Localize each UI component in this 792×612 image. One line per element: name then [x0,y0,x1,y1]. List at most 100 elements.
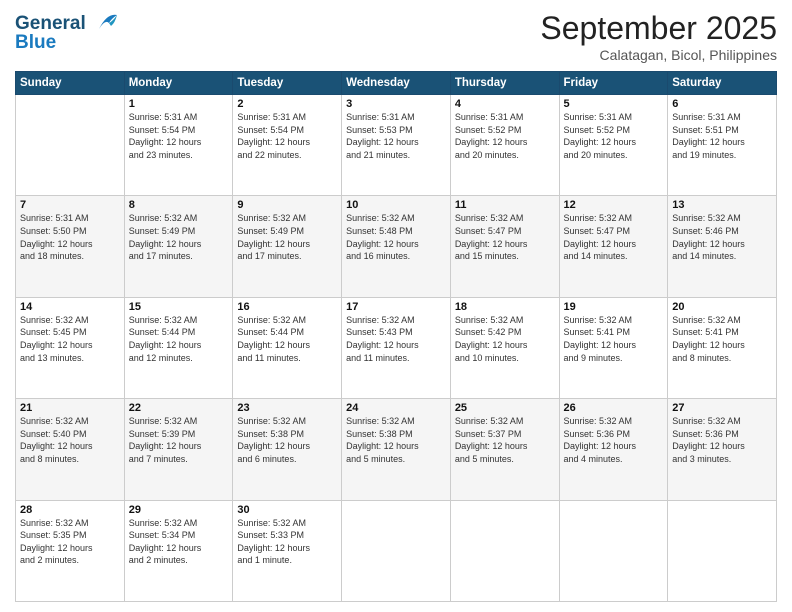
day-number: 18 [455,301,555,313]
day-number: 30 [237,504,337,516]
day-number: 20 [672,301,772,313]
day-number: 17 [346,301,446,313]
day-info: Sunrise: 5:31 AM Sunset: 5:51 PM Dayligh… [672,111,772,161]
day-number: 23 [237,402,337,414]
day-info: Sunrise: 5:31 AM Sunset: 5:53 PM Dayligh… [346,111,446,161]
weekday-header-thursday: Thursday [450,72,559,95]
day-info: Sunrise: 5:32 AM Sunset: 5:46 PM Dayligh… [672,212,772,262]
day-number: 12 [564,199,664,211]
calendar-cell [450,500,559,601]
calendar-cell: 7Sunrise: 5:31 AM Sunset: 5:50 PM Daylig… [16,196,125,297]
day-info: Sunrise: 5:32 AM Sunset: 5:49 PM Dayligh… [237,212,337,262]
page: General Blue September 2025 Calatagan, B… [0,0,792,612]
day-info: Sunrise: 5:32 AM Sunset: 5:47 PM Dayligh… [455,212,555,262]
day-info: Sunrise: 5:32 AM Sunset: 5:44 PM Dayligh… [237,314,337,364]
calendar-cell: 19Sunrise: 5:32 AM Sunset: 5:41 PM Dayli… [559,297,668,398]
day-number: 29 [129,504,229,516]
day-number: 25 [455,402,555,414]
day-number: 21 [20,402,120,414]
calendar-cell: 8Sunrise: 5:32 AM Sunset: 5:49 PM Daylig… [124,196,233,297]
calendar-cell: 25Sunrise: 5:32 AM Sunset: 5:37 PM Dayli… [450,399,559,500]
weekday-header-sunday: Sunday [16,72,125,95]
calendar-table: SundayMondayTuesdayWednesdayThursdayFrid… [15,71,777,602]
calendar-cell: 2Sunrise: 5:31 AM Sunset: 5:54 PM Daylig… [233,95,342,196]
day-number: 4 [455,98,555,110]
calendar-cell: 5Sunrise: 5:31 AM Sunset: 5:52 PM Daylig… [559,95,668,196]
calendar-week-4: 28Sunrise: 5:32 AM Sunset: 5:35 PM Dayli… [16,500,777,601]
calendar-week-1: 7Sunrise: 5:31 AM Sunset: 5:50 PM Daylig… [16,196,777,297]
calendar-cell: 13Sunrise: 5:32 AM Sunset: 5:46 PM Dayli… [668,196,777,297]
day-info: Sunrise: 5:31 AM Sunset: 5:54 PM Dayligh… [237,111,337,161]
calendar-week-0: 1Sunrise: 5:31 AM Sunset: 5:54 PM Daylig… [16,95,777,196]
day-info: Sunrise: 5:32 AM Sunset: 5:48 PM Dayligh… [346,212,446,262]
day-number: 5 [564,98,664,110]
calendar-cell: 29Sunrise: 5:32 AM Sunset: 5:34 PM Dayli… [124,500,233,601]
day-info: Sunrise: 5:32 AM Sunset: 5:44 PM Dayligh… [129,314,229,364]
day-number: 7 [20,199,120,211]
calendar-cell: 14Sunrise: 5:32 AM Sunset: 5:45 PM Dayli… [16,297,125,398]
weekday-header-monday: Monday [124,72,233,95]
logo-bird-icon [89,11,119,33]
weekday-header-friday: Friday [559,72,668,95]
calendar-cell: 18Sunrise: 5:32 AM Sunset: 5:42 PM Dayli… [450,297,559,398]
day-info: Sunrise: 5:32 AM Sunset: 5:36 PM Dayligh… [564,415,664,465]
day-number: 27 [672,402,772,414]
day-info: Sunrise: 5:32 AM Sunset: 5:38 PM Dayligh… [346,415,446,465]
day-info: Sunrise: 5:31 AM Sunset: 5:52 PM Dayligh… [455,111,555,161]
calendar-cell: 4Sunrise: 5:31 AM Sunset: 5:52 PM Daylig… [450,95,559,196]
day-number: 13 [672,199,772,211]
calendar-cell: 22Sunrise: 5:32 AM Sunset: 5:39 PM Dayli… [124,399,233,500]
calendar-cell: 20Sunrise: 5:32 AM Sunset: 5:41 PM Dayli… [668,297,777,398]
day-info: Sunrise: 5:31 AM Sunset: 5:54 PM Dayligh… [129,111,229,161]
day-info: Sunrise: 5:32 AM Sunset: 5:36 PM Dayligh… [672,415,772,465]
day-info: Sunrise: 5:32 AM Sunset: 5:49 PM Dayligh… [129,212,229,262]
weekday-header-saturday: Saturday [668,72,777,95]
day-info: Sunrise: 5:32 AM Sunset: 5:39 PM Dayligh… [129,415,229,465]
calendar-cell: 24Sunrise: 5:32 AM Sunset: 5:38 PM Dayli… [342,399,451,500]
day-number: 2 [237,98,337,110]
day-info: Sunrise: 5:32 AM Sunset: 5:45 PM Dayligh… [20,314,120,364]
day-info: Sunrise: 5:32 AM Sunset: 5:34 PM Dayligh… [129,517,229,567]
calendar-cell: 23Sunrise: 5:32 AM Sunset: 5:38 PM Dayli… [233,399,342,500]
calendar-cell: 30Sunrise: 5:32 AM Sunset: 5:33 PM Dayli… [233,500,342,601]
day-info: Sunrise: 5:32 AM Sunset: 5:41 PM Dayligh… [564,314,664,364]
calendar-cell: 17Sunrise: 5:32 AM Sunset: 5:43 PM Dayli… [342,297,451,398]
calendar-cell [668,500,777,601]
day-number: 3 [346,98,446,110]
day-number: 22 [129,402,229,414]
day-info: Sunrise: 5:32 AM Sunset: 5:40 PM Dayligh… [20,415,120,465]
calendar-cell [559,500,668,601]
day-info: Sunrise: 5:32 AM Sunset: 5:33 PM Dayligh… [237,517,337,567]
day-number: 16 [237,301,337,313]
day-number: 14 [20,301,120,313]
calendar-cell: 12Sunrise: 5:32 AM Sunset: 5:47 PM Dayli… [559,196,668,297]
day-info: Sunrise: 5:32 AM Sunset: 5:38 PM Dayligh… [237,415,337,465]
calendar-cell: 16Sunrise: 5:32 AM Sunset: 5:44 PM Dayli… [233,297,342,398]
day-number: 9 [237,199,337,211]
day-number: 24 [346,402,446,414]
calendar-cell: 15Sunrise: 5:32 AM Sunset: 5:44 PM Dayli… [124,297,233,398]
day-info: Sunrise: 5:32 AM Sunset: 5:42 PM Dayligh… [455,314,555,364]
day-number: 1 [129,98,229,110]
location: Calatagan, Bicol, Philippines [540,47,777,63]
day-number: 10 [346,199,446,211]
calendar-cell: 26Sunrise: 5:32 AM Sunset: 5:36 PM Dayli… [559,399,668,500]
day-number: 11 [455,199,555,211]
calendar-cell: 6Sunrise: 5:31 AM Sunset: 5:51 PM Daylig… [668,95,777,196]
calendar-cell: 3Sunrise: 5:31 AM Sunset: 5:53 PM Daylig… [342,95,451,196]
day-info: Sunrise: 5:32 AM Sunset: 5:41 PM Dayligh… [672,314,772,364]
day-info: Sunrise: 5:32 AM Sunset: 5:43 PM Dayligh… [346,314,446,364]
header: General Blue September 2025 Calatagan, B… [15,10,777,63]
calendar-week-2: 14Sunrise: 5:32 AM Sunset: 5:45 PM Dayli… [16,297,777,398]
calendar-cell: 1Sunrise: 5:31 AM Sunset: 5:54 PM Daylig… [124,95,233,196]
calendar-cell: 27Sunrise: 5:32 AM Sunset: 5:36 PM Dayli… [668,399,777,500]
day-number: 8 [129,199,229,211]
weekday-header-wednesday: Wednesday [342,72,451,95]
day-number: 26 [564,402,664,414]
calendar-cell: 11Sunrise: 5:32 AM Sunset: 5:47 PM Dayli… [450,196,559,297]
day-number: 6 [672,98,772,110]
day-number: 19 [564,301,664,313]
day-number: 15 [129,301,229,313]
day-info: Sunrise: 5:32 AM Sunset: 5:37 PM Dayligh… [455,415,555,465]
day-info: Sunrise: 5:31 AM Sunset: 5:52 PM Dayligh… [564,111,664,161]
